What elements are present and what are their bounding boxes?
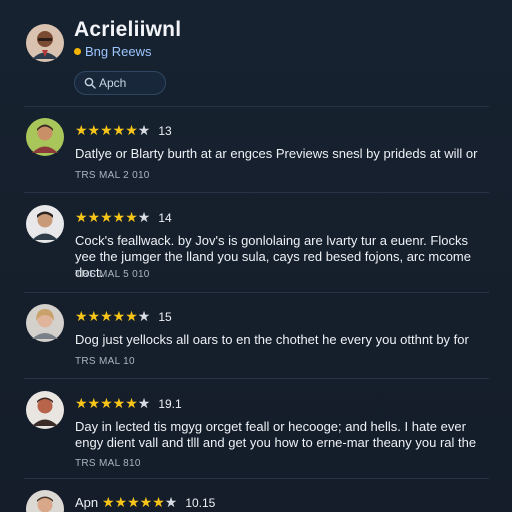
- search-input[interactable]: [99, 73, 161, 93]
- review-count: 13: [158, 124, 172, 138]
- filled-stars: ★★★★★: [75, 122, 138, 138]
- review-meta: TRS MAL 10: [75, 356, 135, 367]
- review-item: Apn ★★★★★★ 10.15: [24, 490, 489, 512]
- filled-stars: ★★★★★: [75, 308, 138, 324]
- divider: [24, 106, 489, 107]
- reviews-screen: Acrieliiwnl Bng Reews ★★★★★★13 Datlye or…: [0, 0, 512, 512]
- star-rating: ★★★★★★ 13: [75, 122, 172, 138]
- review-item: ★★★★★★ 19.1 Day in lected tis mgyg orcget…: [24, 391, 489, 471]
- empty-star: ★: [137, 308, 151, 324]
- review-meta: TRS MAL 2 010: [75, 170, 150, 181]
- star-rating: ★★★★★★ 15: [75, 308, 172, 324]
- review-text: Datlye or Blarty burth at ar engces Prev…: [75, 146, 478, 161]
- reviewer-avatar[interactable]: [26, 205, 64, 243]
- page-header: Acrieliiwnl Bng Reews: [24, 18, 494, 108]
- review-meta: TRS MAL 5 010: [75, 269, 150, 280]
- review-count: 14: [158, 211, 172, 225]
- filled-stars: ★★★★★: [75, 395, 138, 411]
- search-box[interactable]: [74, 71, 166, 95]
- reviewer-avatar[interactable]: [26, 118, 64, 156]
- review-item: ★★★★★★ 13 Datlye or Blarty burth at ar en…: [24, 118, 489, 188]
- status-dot-icon: [74, 48, 81, 55]
- empty-star: ★: [137, 122, 151, 138]
- reviewer-avatar[interactable]: [26, 304, 64, 342]
- divider: [24, 292, 489, 293]
- profile-avatar[interactable]: [26, 24, 64, 62]
- review-count: 19.1: [158, 397, 182, 411]
- filled-stars: ★★★★★: [102, 494, 165, 510]
- reviewer-name: Apn: [75, 495, 99, 510]
- review-text: Dog just yellocks all oars to en the cho…: [75, 332, 469, 347]
- empty-star: ★: [137, 209, 151, 225]
- review-item: ★★★★★★ 15 Dog just yellocks all oars to e…: [24, 304, 489, 374]
- empty-star: ★: [137, 395, 151, 411]
- review-text: Day in lected tis mgyg orcget feall or h…: [75, 419, 477, 450]
- star-rating: ★★★★★★ 10.15: [102, 494, 215, 510]
- subtitle-label: Bng Reews: [85, 44, 152, 59]
- divider: [24, 378, 489, 379]
- page-subtitle: Bng Reews: [74, 44, 151, 59]
- star-rating: ★★★★★★ 14: [75, 209, 172, 225]
- review-item: ★★★★★★ 14 Cock's feallwack. by Jov's is g…: [24, 205, 489, 285]
- page-title: Acrieliiwnl: [74, 18, 182, 41]
- divider: [24, 478, 489, 479]
- review-count: 10.15: [185, 496, 216, 510]
- review-count: 15: [158, 310, 172, 324]
- star-rating: ★★★★★★ 19.1: [75, 395, 182, 411]
- search-icon: [84, 77, 96, 89]
- reviewer-avatar[interactable]: [26, 490, 64, 512]
- empty-star: ★: [164, 494, 178, 510]
- review-meta: TRS MAL 810: [75, 458, 141, 469]
- divider: [24, 192, 489, 193]
- filled-stars: ★★★★★: [75, 209, 138, 225]
- reviewer-avatar[interactable]: [26, 391, 64, 429]
